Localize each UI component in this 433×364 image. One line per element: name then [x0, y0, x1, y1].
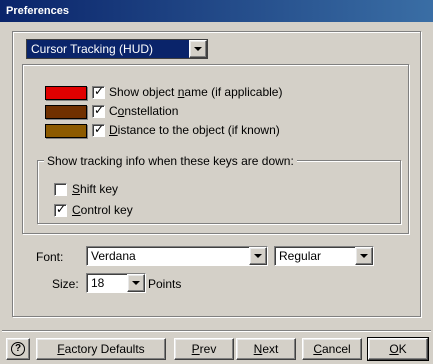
prev-button[interactable]: Prev [174, 338, 234, 360]
checkmark-icon: ✓ [94, 103, 105, 117]
font-size-dropdown[interactable]: 18 [86, 273, 146, 293]
control-key-label: Control key [72, 203, 133, 217]
checkmark-icon: ✓ [94, 122, 105, 136]
cancel-button[interactable]: Cancel [302, 338, 362, 360]
help-icon: ? [11, 342, 25, 356]
font-label: Font: [36, 250, 64, 264]
help-button[interactable]: ? [6, 338, 30, 360]
ok-button[interactable]: OK [367, 337, 429, 361]
window-title: Preferences [6, 5, 69, 17]
distance-checkbox[interactable]: ✓ [92, 122, 105, 137]
size-label: Size: [52, 277, 79, 291]
font-size-dropdown-button[interactable] [127, 274, 145, 292]
chevron-down-icon [254, 254, 262, 258]
constellation-color-swatch[interactable] [45, 105, 87, 119]
chevron-down-icon [194, 47, 202, 51]
font-family-value: Verdana [91, 249, 136, 263]
constellation-checkbox[interactable]: ✓ [92, 103, 105, 118]
section-dropdown[interactable]: Cursor Tracking (HUD) [26, 39, 208, 59]
shift-key-label: Shift key [72, 182, 119, 196]
font-family-dropdown[interactable]: Verdana [86, 246, 268, 266]
font-style-dropdown[interactable]: Regular [274, 246, 374, 266]
font-size-value: 18 [91, 276, 105, 290]
show-object-name-checkbox[interactable]: ✓ [92, 84, 105, 99]
constellation-label: Constellation [109, 104, 179, 118]
preferences-window: Preferences Cursor Tracking (HUD) ✓ Show… [0, 0, 433, 364]
checkmark-icon: ✓ [94, 84, 105, 98]
object-name-color-swatch[interactable] [45, 86, 87, 100]
distance-color-swatch[interactable] [45, 124, 87, 138]
chevron-down-icon [132, 281, 140, 285]
control-key-checkbox[interactable]: ✓ [54, 202, 67, 217]
tracking-keys-legend: Show tracking info when these keys are d… [44, 154, 297, 168]
font-style-value: Regular [279, 249, 322, 263]
title-bar: Preferences [0, 0, 433, 22]
section-dropdown-button[interactable] [189, 40, 207, 58]
shift-key-checkbox[interactable] [54, 183, 67, 196]
show-object-name-label: Show object name (if applicable) [109, 85, 283, 99]
font-family-dropdown-button[interactable] [249, 247, 267, 265]
font-style-dropdown-button[interactable] [355, 247, 373, 265]
factory-defaults-button[interactable]: Factory Defaults [36, 338, 166, 360]
distance-label: Distance to the object (if known) [109, 123, 280, 137]
checkmark-icon: ✓ [56, 202, 67, 216]
chevron-down-icon [360, 254, 368, 258]
next-button[interactable]: Next [236, 338, 296, 360]
size-unit-label: Points [148, 277, 182, 291]
button-separator [2, 330, 431, 332]
section-dropdown-value: Cursor Tracking (HUD) [31, 42, 154, 56]
